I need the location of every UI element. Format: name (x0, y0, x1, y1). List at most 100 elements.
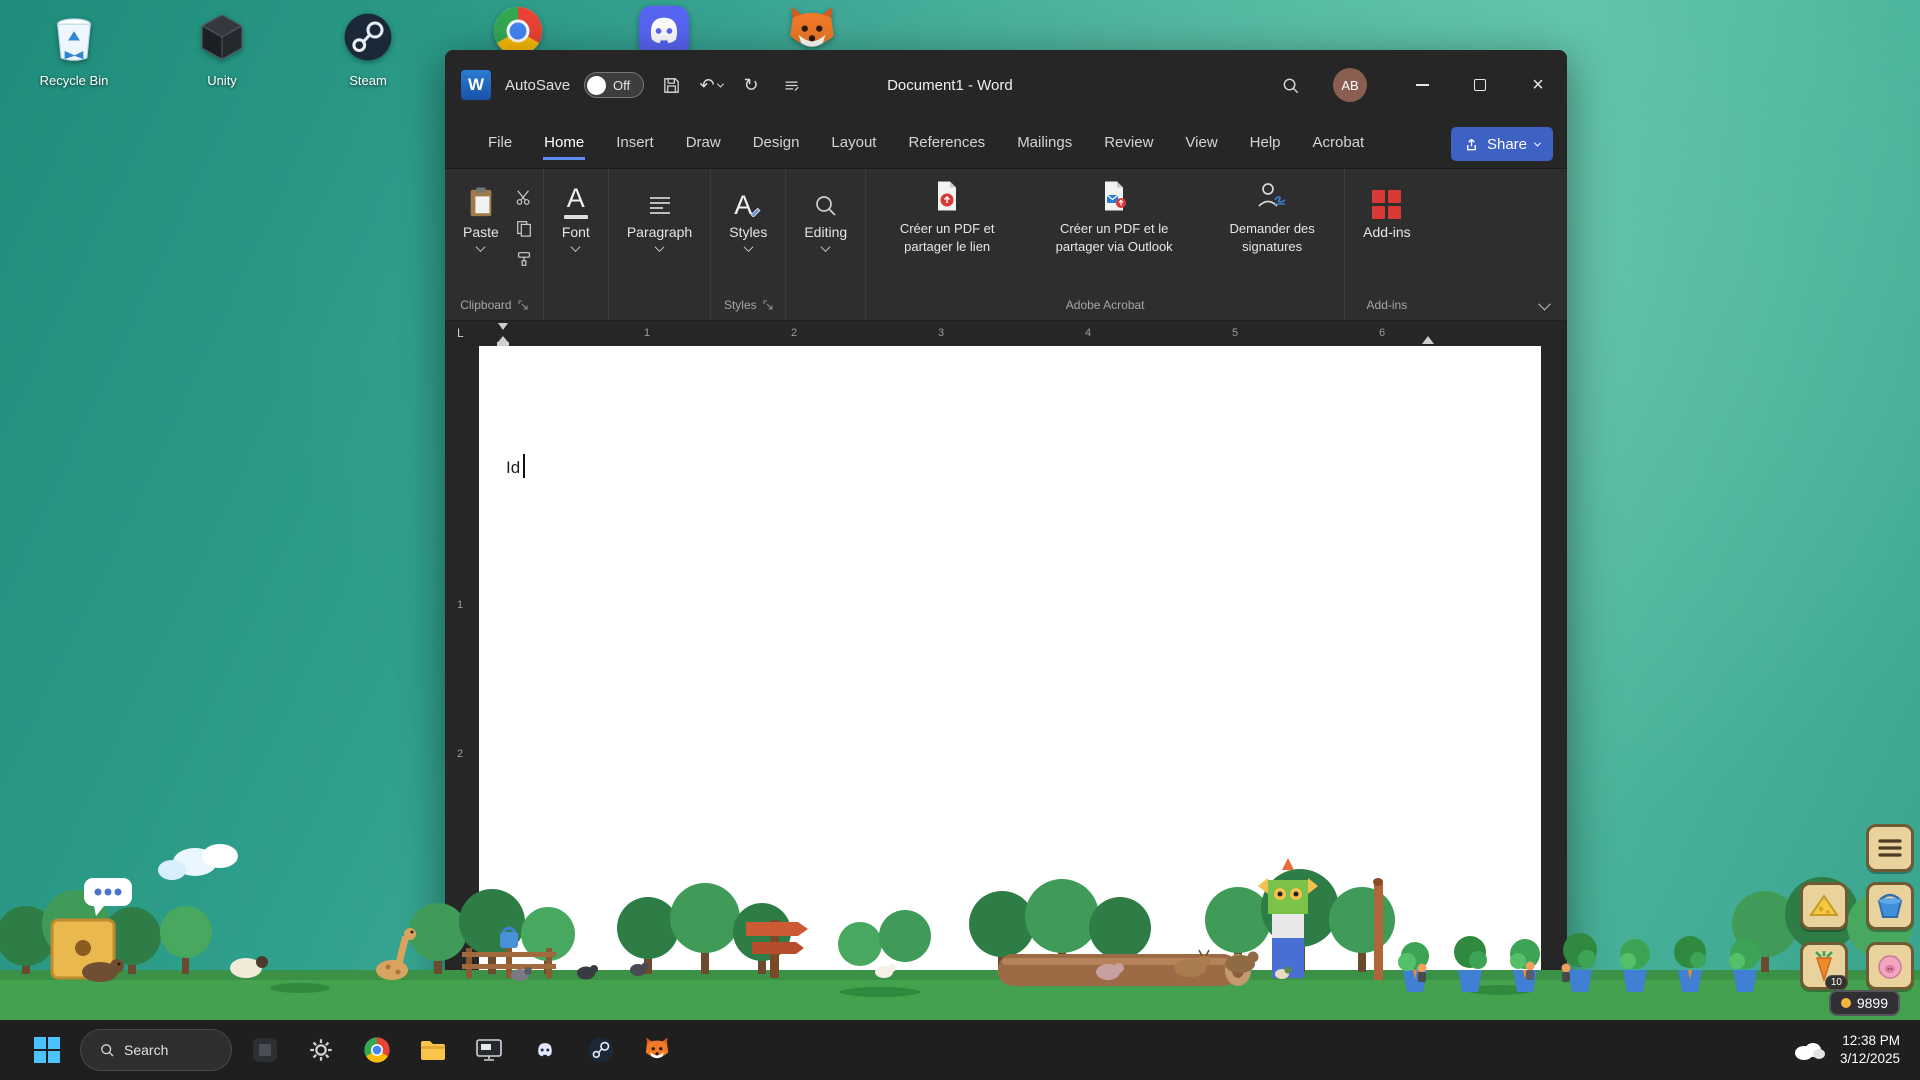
game-menu-button[interactable] (1866, 824, 1914, 872)
styles-icon: A (734, 181, 762, 219)
create-pdf-share-link-button[interactable]: Créer un PDF et partager le lien (874, 177, 1020, 257)
tab-acrobat[interactable]: Acrobat (1312, 129, 1366, 160)
maximize-button[interactable] (1451, 50, 1509, 120)
snipping-tool-button[interactable] (466, 1027, 512, 1073)
tab-draw[interactable]: Draw (685, 129, 722, 160)
pig-icon (1876, 953, 1904, 979)
tab-insert[interactable]: Insert (615, 129, 655, 160)
adobe-acrobat-group: Créer un PDF et partager le lien Créer u… (866, 169, 1345, 320)
tab-review[interactable]: Review (1103, 129, 1154, 160)
save-button[interactable] (658, 72, 684, 98)
autosave-label: AutoSave (505, 77, 570, 94)
giraffe (376, 928, 416, 980)
undo-button[interactable]: ↶ (698, 72, 724, 98)
task-view-icon (250, 1035, 280, 1065)
clipboard-group: Paste (445, 169, 544, 320)
autosave-state: Off (613, 78, 630, 93)
desktop-icon-label: Recycle Bin (40, 73, 109, 88)
desktop-icon-label: Unity (207, 73, 237, 88)
fox-app-button[interactable] (634, 1027, 680, 1073)
taskbar-search-box[interactable]: Search (80, 1029, 232, 1071)
tab-help[interactable]: Help (1249, 129, 1282, 160)
tab-selector[interactable]: L (457, 326, 464, 340)
tab-design[interactable]: Design (752, 129, 801, 160)
settings-button[interactable] (298, 1027, 344, 1073)
tab-file[interactable]: File (487, 129, 513, 160)
search-icon[interactable] (1277, 72, 1303, 98)
weather-cloud-icon[interactable] (1792, 1039, 1826, 1061)
editing-button[interactable]: Editing (794, 177, 857, 256)
ruler-number: 3 (938, 327, 944, 339)
customize-toolbar-button[interactable] (778, 72, 804, 98)
word-window: W AutoSave Off ↶ ↻ (445, 50, 1567, 1020)
toggle-knob (587, 76, 606, 95)
cheese-icon (1809, 893, 1839, 919)
styles-group: A Styles Styles (711, 169, 786, 320)
vertical-ruler[interactable]: 1 2 (445, 346, 479, 1020)
game-pig-button[interactable] (1866, 942, 1914, 990)
bucket-icon (1876, 892, 1904, 920)
addins-button[interactable]: Add-ins (1353, 177, 1420, 244)
collapse-ribbon-button[interactable] (1538, 298, 1551, 311)
document-text: Id (506, 458, 520, 478)
window-title: Document1 - Word (887, 77, 1013, 94)
discord-button[interactable] (522, 1027, 568, 1073)
font-button[interactable]: A Font (552, 177, 600, 256)
game-currency-badge: 9899 (1829, 990, 1900, 1016)
ribbon-tab-bar: File Home Insert Draw Design Layout Refe… (445, 120, 1567, 168)
folder-icon (418, 1035, 448, 1065)
start-button[interactable] (24, 1027, 70, 1073)
word-titlebar: W AutoSave Off ↶ ↻ (445, 50, 1567, 120)
task-view-button[interactable] (242, 1027, 288, 1073)
autosave-toggle[interactable]: Off (584, 72, 644, 98)
redo-button[interactable]: ↻ (738, 72, 764, 98)
clock-date: 3/12/2025 (1840, 1050, 1900, 1068)
game-cheese-button[interactable] (1800, 882, 1848, 930)
steam-button[interactable] (578, 1027, 624, 1073)
cut-button[interactable] (513, 187, 535, 207)
copy-button[interactable] (513, 218, 535, 238)
right-indent-marker[interactable] (1422, 330, 1434, 344)
minimize-button[interactable] (1393, 50, 1451, 120)
addins-group-label: Add-ins (1367, 298, 1408, 312)
styles-dialog-launcher[interactable] (763, 300, 773, 310)
fox-icon (642, 1035, 672, 1065)
file-explorer-button[interactable] (410, 1027, 456, 1073)
chrome-button[interactable] (354, 1027, 400, 1073)
account-avatar[interactable]: AB (1333, 68, 1367, 102)
tab-view[interactable]: View (1184, 129, 1218, 160)
left-indent-marker[interactable] (496, 323, 509, 346)
taskbar-clock[interactable]: 12:38 PM 3/12/2025 (1840, 1032, 1900, 1068)
tab-mailings[interactable]: Mailings (1016, 129, 1073, 160)
paste-button[interactable]: Paste (453, 177, 509, 256)
font-icon: A (564, 181, 588, 219)
horizontal-ruler[interactable]: L 1 2 3 4 5 6 (445, 320, 1567, 346)
tab-home[interactable]: Home (543, 129, 585, 160)
format-painter-button[interactable] (513, 249, 535, 269)
desktop-icon-steam[interactable]: Steam (316, 8, 420, 88)
search-icon (99, 1042, 115, 1058)
create-pdf-share-outlook-button[interactable]: Créer un PDF et le partager via Outlook (1030, 177, 1198, 257)
request-signatures-button[interactable]: Demander des signatures (1208, 177, 1336, 257)
tab-references[interactable]: References (907, 129, 986, 160)
ruler-number: 1 (457, 599, 463, 611)
clipboard-group-label: Clipboard (460, 298, 511, 312)
close-button[interactable]: × (1509, 50, 1567, 120)
game-bucket-button[interactable] (1866, 882, 1914, 930)
styles-button[interactable]: A Styles (719, 177, 777, 256)
game-carrot-button[interactable]: 10 (1800, 942, 1848, 990)
editing-group: Editing (786, 169, 866, 320)
cloud-sprite (158, 844, 238, 880)
paragraph-button[interactable]: Paragraph (617, 177, 702, 256)
clipboard-dialog-launcher[interactable] (518, 300, 528, 310)
tab-layout[interactable]: Layout (830, 129, 877, 160)
desktop-icon-unity[interactable]: Unity (170, 8, 274, 88)
document-page[interactable]: Id (479, 346, 1541, 1020)
share-button[interactable]: Share (1451, 127, 1553, 161)
chrome-icon (362, 1035, 392, 1065)
carrot-count-badge: 10 (1825, 975, 1848, 990)
pdf-outlook-icon (1099, 179, 1129, 213)
desktop-icon-recycle-bin[interactable]: Recycle Bin (22, 8, 126, 88)
taskbar: Search (0, 1020, 1920, 1080)
ruler-number: 1 (644, 327, 650, 339)
